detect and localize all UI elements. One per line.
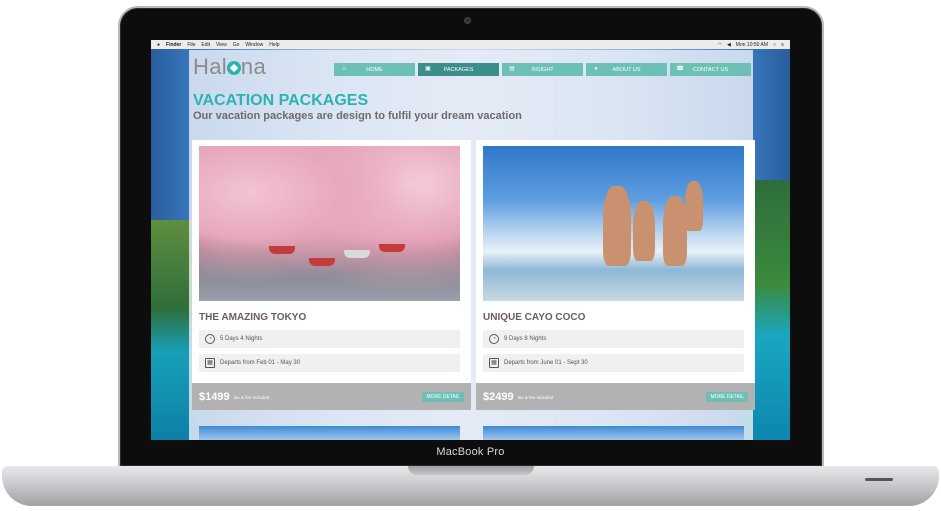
camera-icon bbox=[464, 17, 471, 24]
menubar-app[interactable]: Finder bbox=[166, 42, 181, 48]
menu-file[interactable]: File bbox=[187, 42, 195, 48]
logo-flower-icon bbox=[226, 61, 241, 75]
laptop-frame: ● Finder File Edit View Go Window Help ◠… bbox=[0, 0, 941, 511]
nav-contact-us-label: CONTACT US bbox=[692, 66, 729, 73]
tax-note: tax & fee included bbox=[517, 395, 554, 400]
package-photo-cayo-coco[interactable] bbox=[483, 146, 744, 301]
device-label: MacBook Pro bbox=[436, 446, 505, 458]
boat-shape bbox=[344, 250, 370, 258]
package-departs: Departs from June 01 - Sept 30 bbox=[504, 360, 588, 366]
nav-packages-label: PACKAGES bbox=[443, 66, 474, 73]
next-package-photo-peek[interactable] bbox=[483, 426, 744, 440]
package-price: $2499 bbox=[483, 390, 514, 403]
package-duration-row: ◔ 5 Days 4 Nights bbox=[199, 330, 460, 348]
person-shape bbox=[633, 201, 655, 261]
phone-icon: ☎ bbox=[676, 66, 684, 72]
person-shape bbox=[603, 186, 631, 266]
list-icon[interactable]: ≡ bbox=[781, 42, 784, 48]
price-bar: $2499 tax & fee included MORE DETAIL bbox=[476, 383, 755, 410]
id-card-icon: ▤ bbox=[509, 66, 515, 72]
apple-icon[interactable]: ● bbox=[157, 42, 160, 48]
package-card-cayo-coco: UNIQUE CAYO COCO ◔ 9 Days 8 Nights ▦ Dep… bbox=[476, 140, 755, 410]
more-detail-button[interactable]: MORE DETAIL bbox=[706, 391, 748, 402]
package-duration: 5 Days 4 Nights bbox=[220, 336, 263, 342]
package-departs-row: ▦ Departs from June 01 - Sept 30 bbox=[483, 354, 744, 372]
os-menubar: ● Finder File Edit View Go Window Help ◠… bbox=[151, 40, 790, 49]
gift-icon: ▣ bbox=[425, 66, 431, 72]
menubar-clock[interactable]: Mon 10:50 AM bbox=[736, 42, 768, 48]
nav-about-us-label: ABOUT US bbox=[612, 66, 641, 73]
menu-help[interactable]: Help bbox=[269, 42, 279, 48]
logo-text-prefix: Hal bbox=[193, 54, 227, 79]
package-card-tokyo: THE AMAZING TOKYO ◔ 5 Days 4 Nights ▦ De… bbox=[192, 140, 471, 410]
site-logo[interactable]: Hal na bbox=[193, 54, 266, 80]
nav-contact-us[interactable]: ☎ CONTACT US bbox=[670, 63, 751, 76]
laptop-port bbox=[865, 478, 893, 481]
menu-edit[interactable]: Edit bbox=[201, 42, 210, 48]
person-icon: ● bbox=[594, 66, 598, 72]
page-subtitle: Our vacation packages are design to fulf… bbox=[193, 110, 522, 122]
package-departs-row: ▦ Departs from Feb 01 - May 30 bbox=[199, 354, 460, 372]
web-page: Hal na ⌂ HOME ▣ PACKAGES ▤ INSIGHT ● ABOU… bbox=[189, 50, 755, 440]
wifi-icon[interactable]: ◠ bbox=[718, 42, 722, 48]
package-title: UNIQUE CAYO COCO bbox=[483, 312, 586, 323]
nav-insight[interactable]: ▤ INSIGHT bbox=[502, 63, 583, 76]
clock-icon: ◔ bbox=[489, 334, 499, 344]
package-duration: 9 Days 8 Nights bbox=[504, 336, 547, 342]
package-price: $1499 bbox=[199, 390, 230, 403]
home-icon: ⌂ bbox=[342, 66, 346, 72]
volume-icon[interactable]: ◀ bbox=[727, 42, 731, 48]
nav-insight-label: INSIGHT bbox=[531, 66, 554, 73]
calendar-icon: ▦ bbox=[205, 358, 215, 368]
next-package-photo-peek[interactable] bbox=[199, 426, 460, 440]
person-shape bbox=[663, 196, 687, 266]
package-duration-row: ◔ 9 Days 8 Nights bbox=[483, 330, 744, 348]
calendar-icon: ▦ bbox=[489, 358, 499, 368]
nav-packages[interactable]: ▣ PACKAGES bbox=[418, 63, 499, 76]
main-nav: ⌂ HOME ▣ PACKAGES ▤ INSIGHT ● ABOUT US ☎ bbox=[334, 63, 751, 76]
package-departs: Departs from Feb 01 - May 30 bbox=[220, 360, 301, 366]
nav-about-us[interactable]: ● ABOUT US bbox=[586, 63, 667, 76]
nav-home[interactable]: ⌂ HOME bbox=[334, 63, 415, 76]
tax-note: tax & fee included bbox=[233, 395, 270, 400]
laptop-notch bbox=[408, 466, 534, 475]
boat-shape bbox=[269, 246, 295, 254]
package-photo-tokyo[interactable] bbox=[199, 146, 460, 301]
more-detail-button[interactable]: MORE DETAIL bbox=[422, 391, 464, 402]
logo-text-suffix: na bbox=[240, 54, 266, 79]
menu-window[interactable]: Window bbox=[245, 42, 263, 48]
screen: ● Finder File Edit View Go Window Help ◠… bbox=[151, 40, 790, 440]
search-icon[interactable]: ○ bbox=[773, 42, 776, 48]
boat-shape bbox=[309, 258, 335, 266]
person-shape bbox=[685, 181, 703, 231]
nav-home-label: HOME bbox=[366, 66, 383, 73]
clock-icon: ◔ bbox=[205, 334, 215, 344]
boat-shape bbox=[379, 244, 405, 252]
menu-view[interactable]: View bbox=[216, 42, 227, 48]
price-bar: $1499 tax & fee included MORE DETAIL bbox=[192, 383, 471, 410]
menu-go[interactable]: Go bbox=[233, 42, 240, 48]
package-title: THE AMAZING TOKYO bbox=[199, 312, 307, 323]
page-title: VACATION PACKAGES bbox=[193, 92, 369, 109]
